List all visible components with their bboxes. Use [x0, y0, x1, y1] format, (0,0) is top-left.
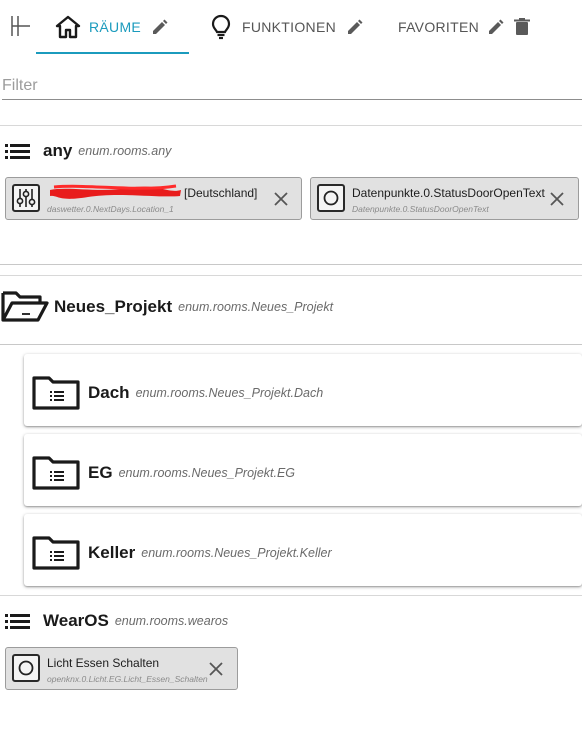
divider	[0, 344, 582, 345]
close-icon	[274, 192, 288, 206]
divider	[0, 125, 582, 126]
remove-button[interactable]	[271, 189, 291, 209]
section-title: any	[43, 141, 73, 160]
chip-subtitle: Datenpunkte.0.StatusDoorOpenText	[352, 204, 489, 214]
device-chip[interactable]: Licht Essen Schalten openknx.0.Licht.EG.…	[5, 647, 238, 690]
tab-functions-label: FUNKTIONEN	[242, 19, 336, 35]
list-icon	[5, 144, 30, 159]
device-chip[interactable]: Datenpunkte.0.StatusDoorOpenText Datenpu…	[310, 177, 579, 220]
remove-button[interactable]	[206, 659, 226, 679]
tab-functions[interactable]: FUNKTIONEN	[208, 0, 366, 54]
room-enum-id: enum.rooms.Neues_Projekt.EG	[118, 466, 296, 480]
room-title: Keller	[88, 543, 136, 562]
chip-subtitle: daswetter.0.NextDays.Location_1	[47, 204, 174, 214]
chip-title: Datenpunkte.0.StatusDoorOpenText	[352, 186, 545, 200]
room-enum-id: enum.rooms.Neues_Projekt.Dach	[135, 386, 324, 400]
circle-icon	[12, 654, 40, 682]
tab-rooms[interactable]: RÄUME	[54, 0, 171, 54]
circle-icon	[317, 184, 345, 212]
room-card-eg[interactable]: EG enum.rooms.Neues_Projekt.EG	[24, 434, 582, 506]
edit-icon[interactable]	[485, 16, 507, 38]
delete-icon[interactable]	[511, 16, 533, 38]
divider	[0, 275, 582, 276]
divider	[0, 595, 582, 596]
tab-rooms-label: RÄUME	[89, 19, 142, 35]
section-enum-id: enum.rooms.wearos	[114, 614, 229, 628]
list-icon	[5, 614, 30, 629]
active-tab-indicator	[36, 52, 189, 54]
close-icon	[209, 662, 223, 676]
add-icon[interactable]	[8, 12, 30, 40]
section-wearos-header[interactable]: WearOS enum.rooms.wearos	[0, 606, 228, 636]
room-title: Dach	[88, 383, 130, 402]
section-enum-id: enum.rooms.Neues_Projekt	[178, 300, 334, 314]
room-card-dach[interactable]: Dach enum.rooms.Neues_Projekt.Dach	[24, 354, 582, 426]
section-enum-id: enum.rooms.any	[78, 144, 172, 158]
remove-button[interactable]	[547, 189, 567, 209]
redaction-mark	[50, 184, 181, 199]
chip-title: [Deutschland]	[184, 186, 258, 200]
tab-favorites-label: FAVORITEN	[398, 19, 480, 35]
section-title: Neues_Projekt	[54, 297, 173, 316]
tab-favorites[interactable]: FAVORITEN	[398, 0, 533, 54]
chip-subtitle: openknx.0.Licht.EG.Licht_Essen_Schalten	[47, 674, 208, 684]
filter-input[interactable]	[2, 72, 582, 100]
edit-icon[interactable]	[344, 16, 366, 38]
room-title: EG	[88, 463, 113, 482]
section-title: WearOS	[43, 611, 109, 630]
room-card-keller[interactable]: Keller enum.rooms.Neues_Projekt.Keller	[24, 514, 582, 586]
folder-list-icon	[32, 376, 80, 410]
room-enum-id: enum.rooms.Neues_Projekt.Keller	[141, 546, 332, 560]
device-chip[interactable]: [Deutschland] daswetter.0.NextDays.Locat…	[5, 177, 302, 220]
close-icon	[550, 192, 564, 206]
lightbulb-icon	[211, 14, 231, 40]
folder-list-icon	[32, 456, 80, 490]
folder-open-icon	[1, 291, 49, 322]
tab-bar: RÄUME FUNKTIONEN FAVORITEN	[0, 0, 582, 56]
sliders-icon	[12, 184, 40, 212]
folder-list-icon	[32, 536, 80, 570]
divider	[0, 264, 582, 265]
section-any-header[interactable]: any enum.rooms.any	[0, 136, 171, 166]
section-neues-projekt-header[interactable]: Neues_Projekt enum.rooms.Neues_Projekt	[0, 291, 334, 322]
chip-title: Licht Essen Schalten	[47, 656, 160, 670]
home-icon	[55, 15, 81, 39]
edit-icon[interactable]	[149, 16, 171, 38]
